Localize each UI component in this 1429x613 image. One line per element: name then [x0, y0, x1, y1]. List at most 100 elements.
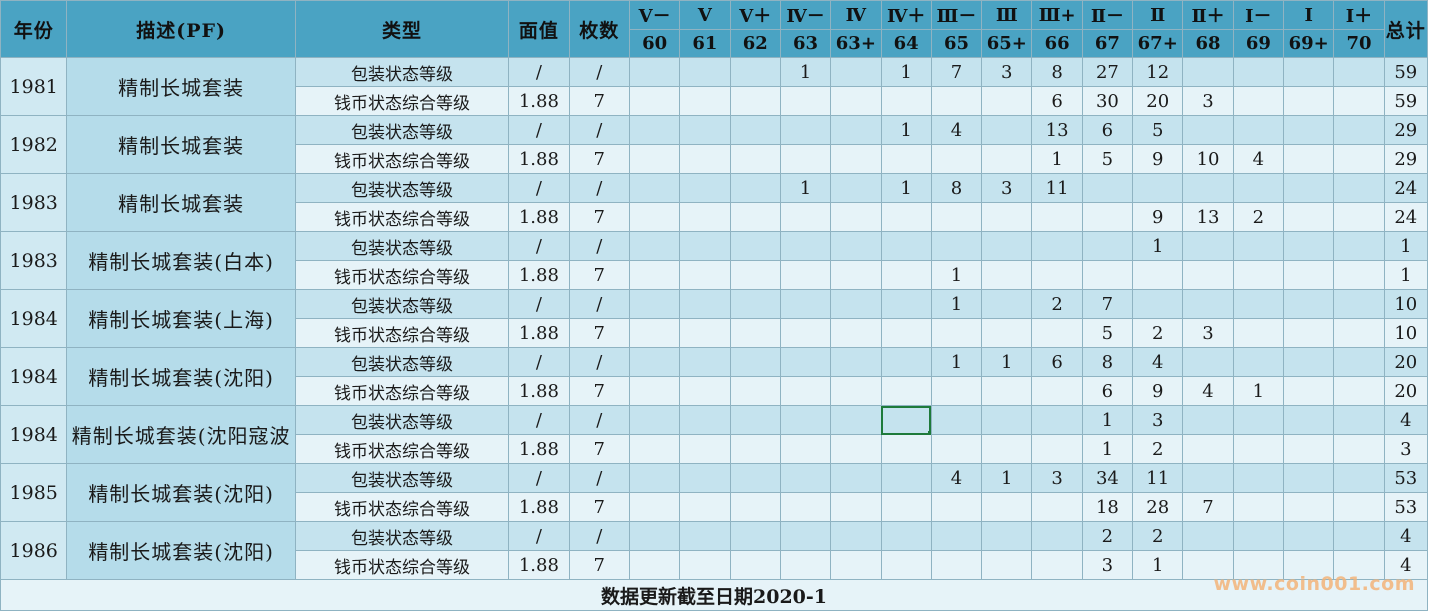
total-cell[interactable]: 29 — [1383, 144, 1429, 174]
grade-cell[interactable]: 1 — [1132, 231, 1184, 261]
grade-cell[interactable] — [1031, 376, 1083, 406]
grade-cell[interactable]: 2 — [1132, 318, 1184, 348]
count-cell[interactable]: / — [568, 173, 630, 203]
type-cell[interactable]: 包装状态等级 — [294, 57, 510, 87]
grade-cell[interactable]: 1 — [981, 347, 1033, 377]
count-cell[interactable]: / — [568, 347, 630, 377]
grade-cell[interactable]: 6 — [1081, 115, 1134, 145]
grade-cell[interactable]: 1 — [880, 115, 932, 145]
grade-cell[interactable] — [1232, 173, 1285, 203]
grade-cell[interactable] — [1282, 492, 1335, 522]
grade-cell[interactable] — [628, 492, 681, 522]
count-cell[interactable]: 7 — [568, 318, 630, 348]
grade-cell[interactable] — [1282, 57, 1335, 87]
total-cell[interactable]: 53 — [1383, 492, 1429, 522]
grade-cell[interactable] — [628, 202, 681, 232]
grade-cell[interactable] — [880, 86, 932, 116]
header-grade-number[interactable]: 69 — [1232, 29, 1285, 58]
total-cell[interactable]: 4 — [1383, 405, 1429, 435]
grade-cell[interactable] — [779, 231, 832, 261]
grade-cell[interactable] — [830, 173, 882, 203]
grade-cell[interactable] — [729, 57, 781, 87]
grade-cell[interactable]: 10 — [1182, 144, 1234, 174]
year-cell[interactable]: 1982 — [0, 115, 68, 174]
grade-cell[interactable] — [1282, 318, 1335, 348]
total-cell[interactable]: 20 — [1383, 376, 1429, 406]
grade-cell[interactable] — [830, 347, 882, 377]
grade-cell[interactable] — [729, 463, 781, 493]
grade-cell[interactable] — [779, 463, 832, 493]
grade-cell[interactable] — [930, 492, 983, 522]
grade-cell[interactable] — [1031, 492, 1083, 522]
grade-cell[interactable] — [729, 376, 781, 406]
grade-cell[interactable] — [1333, 57, 1385, 87]
face-value-cell[interactable]: 1.88 — [508, 202, 570, 232]
grade-cell[interactable]: 1 — [981, 463, 1033, 493]
total-cell[interactable]: 3 — [1383, 434, 1429, 464]
grade-cell[interactable] — [628, 434, 681, 464]
face-value-cell[interactable]: 1.88 — [508, 86, 570, 116]
grade-cell[interactable] — [679, 550, 731, 580]
grade-cell[interactable]: 3 — [981, 173, 1033, 203]
grade-cell[interactable] — [729, 260, 781, 290]
type-cell[interactable]: 钱币状态综合等级 — [294, 492, 510, 522]
grade-cell[interactable] — [679, 115, 731, 145]
total-cell[interactable]: 4 — [1383, 521, 1429, 551]
grade-cell[interactable] — [880, 434, 932, 464]
face-value-cell[interactable]: 1.88 — [508, 318, 570, 348]
face-value-cell[interactable]: / — [508, 231, 570, 261]
grade-cell[interactable] — [729, 550, 781, 580]
header-grade-number[interactable]: 70 — [1333, 29, 1385, 58]
grade-cell[interactable] — [930, 144, 983, 174]
grade-cell[interactable] — [779, 115, 832, 145]
grade-cell[interactable] — [628, 405, 681, 435]
grade-cell[interactable] — [1031, 550, 1083, 580]
grade-cell[interactable]: 5 — [1081, 318, 1134, 348]
grade-cell[interactable] — [1081, 231, 1134, 261]
description-cell[interactable]: 精制长城套装(沈阳寇波 — [66, 405, 296, 464]
grade-cell[interactable]: 1 — [779, 57, 832, 87]
header-grade-number[interactable]: 60 — [628, 29, 681, 58]
grade-cell[interactable] — [1333, 144, 1385, 174]
grade-cell[interactable]: 2 — [1081, 521, 1134, 551]
header-grade-roman[interactable]: Ⅲ — [981, 0, 1033, 30]
grade-cell[interactable] — [1182, 521, 1234, 551]
grade-cell[interactable] — [981, 144, 1033, 174]
grade-cell[interactable] — [729, 115, 781, 145]
grade-cell[interactable] — [1232, 57, 1285, 87]
grade-cell[interactable] — [981, 405, 1033, 435]
grade-cell[interactable] — [779, 376, 832, 406]
grade-cell[interactable] — [1132, 260, 1184, 290]
grade-cell[interactable] — [830, 550, 882, 580]
grade-cell[interactable] — [880, 521, 932, 551]
grade-cell[interactable] — [830, 434, 882, 464]
grade-cell[interactable]: 4 — [930, 463, 983, 493]
grade-cell[interactable] — [930, 376, 983, 406]
grade-cell[interactable] — [1282, 144, 1335, 174]
grade-cell[interactable] — [880, 202, 932, 232]
total-cell[interactable]: 20 — [1383, 347, 1429, 377]
grade-cell[interactable]: 13 — [1031, 115, 1083, 145]
grade-cell[interactable] — [1333, 492, 1385, 522]
grade-cell[interactable]: 9 — [1132, 144, 1184, 174]
count-cell[interactable]: 7 — [568, 434, 630, 464]
grade-cell[interactable]: 11 — [1132, 463, 1184, 493]
grade-cell[interactable] — [628, 318, 681, 348]
grade-cell[interactable] — [1182, 260, 1234, 290]
grade-cell[interactable] — [981, 376, 1033, 406]
grade-cell[interactable] — [830, 115, 882, 145]
grade-cell[interactable] — [830, 492, 882, 522]
header-description[interactable]: 描述(PF) — [66, 0, 296, 58]
count-cell[interactable]: / — [568, 231, 630, 261]
header-grade-number[interactable]: 63+ — [830, 29, 882, 58]
count-cell[interactable]: / — [568, 57, 630, 87]
grade-cell[interactable]: 5 — [1081, 144, 1134, 174]
grade-cell[interactable] — [830, 231, 882, 261]
grade-cell[interactable] — [1232, 86, 1285, 116]
grade-cell[interactable] — [1282, 550, 1335, 580]
type-cell[interactable]: 钱币状态综合等级 — [294, 86, 510, 116]
header-grade-roman[interactable]: Ⅳ＋ — [880, 0, 932, 30]
grade-cell[interactable] — [1031, 521, 1083, 551]
grade-cell[interactable] — [679, 463, 731, 493]
description-cell[interactable]: 精制长城套装 — [66, 57, 296, 116]
